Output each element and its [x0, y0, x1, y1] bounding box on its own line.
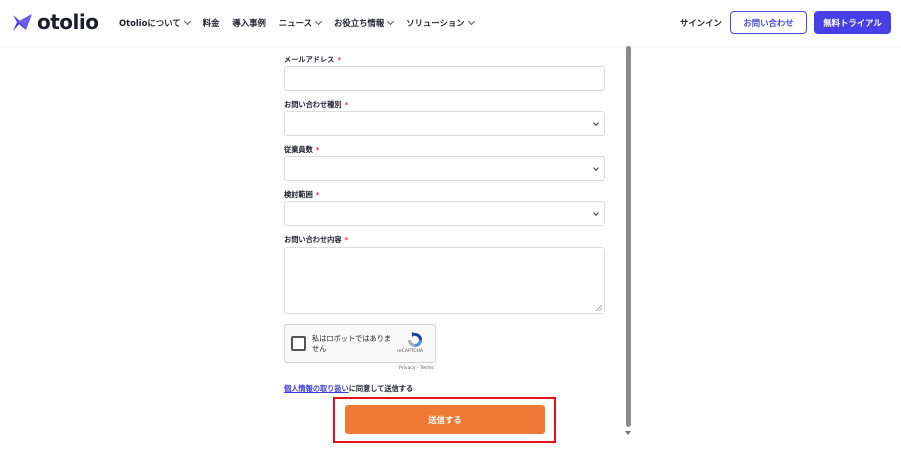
nav-item-news[interactable]: ニュース	[278, 17, 323, 29]
chevron-down-icon	[593, 165, 599, 171]
recaptcha-logo-icon	[408, 332, 422, 347]
recaptcha-widget: 私はロボットではありません reCAPTCHA	[284, 324, 436, 363]
required-mark: *	[344, 235, 349, 244]
chevron-down-icon	[183, 17, 191, 26]
recaptcha-label: 私はロボットではありません	[312, 334, 392, 353]
logo[interactable]: otolio	[12, 10, 99, 34]
required-mark: *	[337, 55, 342, 64]
required-mark: *	[315, 145, 320, 154]
submit-button[interactable]: 送信する	[345, 405, 545, 434]
nav-item-pricing[interactable]: 料金	[203, 17, 220, 29]
recaptcha-links[interactable]: Privacy - Terms	[399, 366, 434, 371]
nav-item-label: 導入事例	[232, 18, 266, 28]
email-field[interactable]	[284, 66, 605, 91]
logo-mark-icon	[13, 14, 32, 31]
inquiry-type-label-text: お問い合わせ種別	[284, 100, 342, 109]
required-mark: *	[344, 100, 349, 109]
scrollbar[interactable]	[624, 46, 633, 438]
scrollbar-thumb[interactable]	[626, 46, 631, 427]
resize-handle-icon[interactable]	[596, 305, 602, 311]
consent-text: 個人情報の取り扱いに同意して送信する	[284, 384, 413, 394]
recaptcha-brand: reCAPTCHA	[397, 349, 424, 354]
chevron-down-icon	[593, 210, 599, 216]
nav-item-resources[interactable]: お役立ち情報	[333, 17, 395, 29]
free-trial-button[interactable]: 無料トライアル	[814, 11, 891, 34]
nav-item-label: ソリューション	[406, 18, 465, 28]
privacy-policy-link[interactable]: 個人情報の取り扱い	[284, 384, 349, 393]
nav-item-about[interactable]: Otolioについて	[119, 17, 191, 29]
nav-item-label: 料金	[202, 18, 220, 28]
nav-item-label: お役立ち情報	[333, 18, 385, 28]
nav-item-label: ニュース	[278, 18, 312, 28]
chevron-down-icon	[593, 120, 599, 126]
employees-label: 従業員数 *	[284, 145, 320, 155]
scope-label: 検討範囲 *	[284, 190, 320, 200]
site-header: otolio Otolioについて 料金 導入事例 ニュース お役立ち情報 ソリ…	[0, 0, 901, 46]
required-mark: *	[315, 190, 320, 199]
logo-text: otolio	[37, 10, 99, 34]
nav-item-label: Otolioについて	[119, 18, 181, 28]
recaptcha-checkbox[interactable]	[291, 336, 306, 351]
scroll-down-arrow-icon[interactable]	[625, 431, 631, 435]
chevron-down-icon	[467, 17, 475, 26]
scope-label-text: 検討範囲	[284, 190, 313, 199]
scope-select[interactable]	[284, 201, 605, 226]
nav-item-case-studies[interactable]: 導入事例	[232, 17, 266, 29]
signin-link[interactable]: サインイン	[680, 17, 722, 29]
consent-suffix: に同意して送信する	[348, 384, 414, 393]
message-textarea[interactable]	[284, 247, 605, 314]
chevron-down-icon	[314, 17, 323, 26]
inquiry-type-label: お問い合わせ種別 *	[284, 100, 348, 110]
nav-item-solutions[interactable]: ソリューション	[406, 17, 475, 29]
message-label-text: お問い合わせ内容	[284, 235, 342, 244]
chevron-down-icon	[387, 17, 395, 26]
contact-button[interactable]: お問い合わせ	[730, 11, 807, 34]
message-label: お問い合わせ内容 *	[284, 235, 348, 245]
main-nav: Otolioについて 料金 導入事例 ニュース お役立ち情報 ソリューション	[119, 0, 487, 46]
employees-select[interactable]	[284, 156, 605, 181]
employees-label-text: 従業員数	[284, 145, 313, 154]
submit-highlight-box: 送信する	[333, 397, 556, 443]
email-label: メールアドレス *	[284, 55, 341, 65]
email-label-text: メールアドレス	[284, 55, 335, 64]
inquiry-type-select[interactable]	[284, 111, 605, 136]
